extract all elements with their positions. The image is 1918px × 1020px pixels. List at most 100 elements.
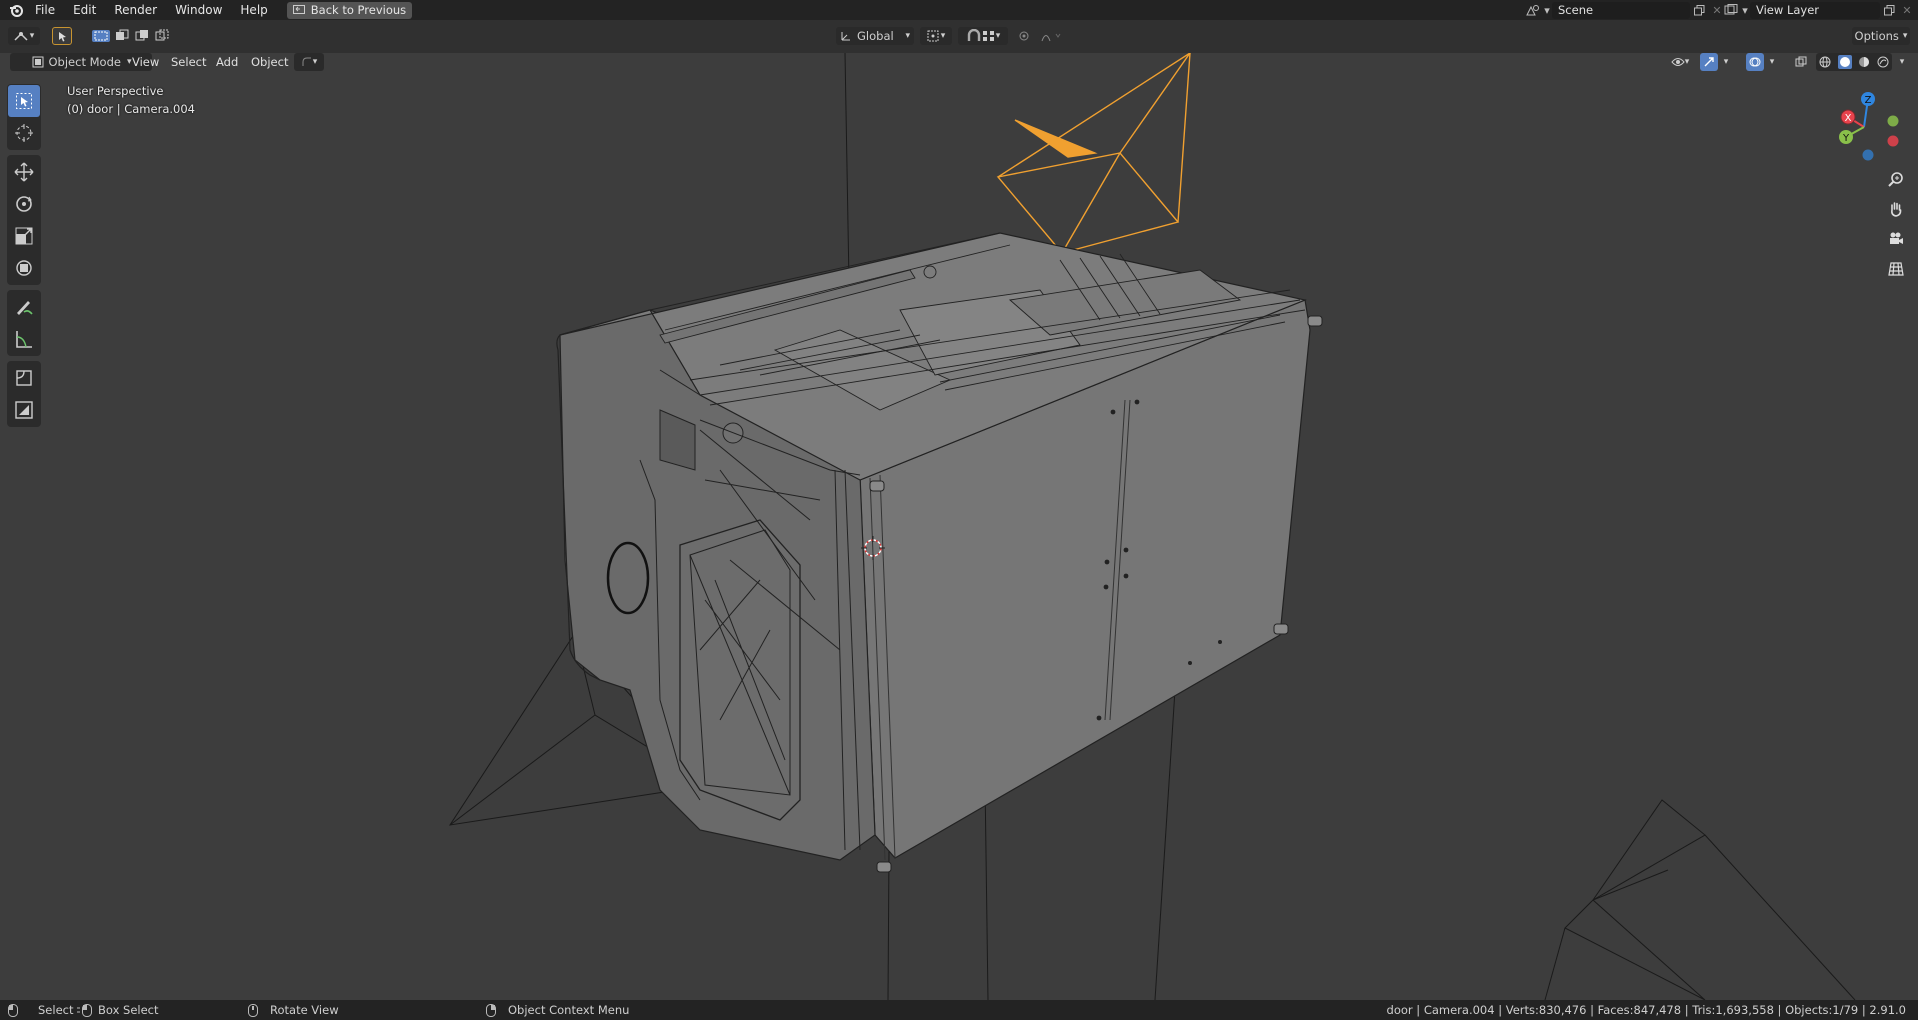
- view-layer-name-field[interactable]: View Layer: [1750, 1, 1880, 19]
- zoom-icon[interactable]: [1883, 166, 1909, 192]
- view-menu[interactable]: View: [132, 53, 159, 71]
- mouse-right-icon: [486, 1003, 496, 1017]
- mouse-middle-icon: [248, 1003, 258, 1017]
- pan-hand-icon[interactable]: [1883, 196, 1909, 222]
- menu-file[interactable]: File: [26, 0, 64, 20]
- eye-icon: [1671, 58, 1685, 66]
- add-cube-tool-icon[interactable]: [8, 362, 40, 394]
- menu-window[interactable]: Window: [166, 0, 231, 20]
- extrude-tool-icon[interactable]: [8, 394, 40, 426]
- rotate-tool-icon[interactable]: [8, 188, 40, 220]
- options-dropdown[interactable]: Options ▾: [1852, 27, 1910, 45]
- transform-orientation-label: Global: [857, 29, 894, 43]
- overlays-dropdown-chevron-icon[interactable]: ▾: [1766, 53, 1778, 71]
- scene-dropdown-chevron-icon[interactable]: ▾: [1542, 2, 1552, 19]
- object-mode-label: Object Mode: [48, 55, 121, 69]
- shading-dropdown-chevron-icon[interactable]: ▾: [1896, 53, 1908, 71]
- back-button-label: Back to Previous: [310, 3, 407, 17]
- status-rotate-view-label: Rotate View: [270, 1003, 339, 1017]
- visibility-dropdown[interactable]: ▾: [1666, 53, 1694, 71]
- view-layer-icon: [1722, 2, 1740, 19]
- screen-back-icon: [292, 4, 305, 14]
- z-axis-label: Z: [1865, 95, 1872, 106]
- status-rotate-view-hint: Rotate View: [248, 1000, 339, 1020]
- door-object-mesh[interactable]: [556, 232, 1323, 873]
- status-scene-statistics: door | Camera.004 | Verts:830,476 | Face…: [1386, 1003, 1906, 1017]
- scene-selector[interactable]: ▾ Scene ✕: [1524, 1, 1726, 19]
- proportional-editing-controls[interactable]: [1014, 27, 1064, 45]
- rendered-shading-icon[interactable]: [1877, 56, 1889, 68]
- camera-004-selected[interactable]: [996, 53, 1193, 254]
- cursor-tool-icon[interactable]: [8, 117, 40, 149]
- transform-tool-icon[interactable]: [8, 252, 40, 284]
- options-label: Options: [1854, 29, 1899, 43]
- mouse-left-icon: [8, 1003, 18, 1017]
- select-menu[interactable]: Select: [171, 53, 206, 71]
- camera-view-icon[interactable]: [1883, 226, 1909, 252]
- neg-z-axis-icon: [1862, 149, 1874, 161]
- perspective-grid-icon[interactable]: [1883, 256, 1909, 282]
- editor-type-dropdown[interactable]: ▾: [8, 27, 40, 45]
- material-shading-icon[interactable]: [1858, 56, 1870, 68]
- menu-help[interactable]: Help: [231, 0, 276, 20]
- top-menu-bar: File Edit Render Window Help Back to Pre…: [0, 0, 1918, 20]
- scale-tool-icon[interactable]: [8, 220, 40, 252]
- view-layer-close-icon[interactable]: ✕: [1898, 2, 1916, 19]
- blender-logo-icon[interactable]: [6, 0, 26, 20]
- add-menu[interactable]: Add: [216, 53, 238, 71]
- pivot-point-icon: [927, 30, 939, 42]
- proportional-editing-icon: [1019, 31, 1061, 42]
- y-axis-label: Y: [1842, 133, 1850, 144]
- snap-increment-icon: [982, 31, 994, 41]
- viewport-perspective-label: User Perspective: [67, 84, 164, 98]
- object-menu[interactable]: Object: [251, 53, 288, 71]
- transform-orientation-dropdown[interactable]: Global ▾: [836, 27, 914, 45]
- view-layer-selector[interactable]: ▾ View Layer ✕: [1722, 1, 1916, 19]
- view-layer-copy-icon[interactable]: [1880, 2, 1898, 19]
- menu-render[interactable]: Render: [105, 0, 166, 20]
- status-select-hint: Select: [8, 1000, 73, 1020]
- annotate-tool-icon[interactable]: [8, 291, 40, 323]
- 3d-viewport-icon: [14, 32, 28, 41]
- back-to-previous-button[interactable]: Back to Previous: [286, 1, 413, 19]
- move-tool-icon[interactable]: [8, 156, 40, 188]
- status-select-label: Select: [38, 1003, 74, 1017]
- gizmo-dropdown-chevron-icon[interactable]: ▾: [1720, 53, 1732, 71]
- status-bar: Select Box Select Rotate View Object Con…: [0, 1000, 1918, 1020]
- tool-header: ▾ Global ▾ ▾ ▾ Options ▾: [0, 20, 1918, 53]
- selection-mode-icons: [92, 29, 169, 42]
- transform-affect-dropdown[interactable]: ▾: [294, 53, 324, 71]
- 3d-viewport[interactable]: Object Mode ▾ View Select Add Object ▾ ▾…: [0, 53, 1918, 1000]
- measure-tool-icon[interactable]: [8, 323, 40, 355]
- wireframe-shading-icon[interactable]: [1819, 56, 1831, 68]
- scene-copy-icon[interactable]: [1690, 2, 1708, 19]
- view-layer-dropdown-chevron-icon[interactable]: ▾: [1740, 2, 1750, 19]
- scene-render: [448, 53, 1856, 1000]
- object-mode-dropdown[interactable]: Object Mode ▾: [10, 53, 152, 71]
- selection-mode-buttons[interactable]: [88, 27, 182, 45]
- object-mode-icon: [32, 56, 43, 68]
- scene-name-field[interactable]: Scene: [1552, 1, 1690, 19]
- tool-shelf: [7, 84, 41, 432]
- gizmo-toggle-icon[interactable]: [1700, 53, 1718, 71]
- menu-edit[interactable]: Edit: [64, 0, 105, 20]
- shading-mode-buttons[interactable]: [1816, 53, 1892, 71]
- scene-icon: [1524, 2, 1542, 19]
- status-box-select-label: Box Select: [98, 1003, 159, 1017]
- active-tool-select-icon[interactable]: [52, 27, 72, 45]
- overlays-toggle-icon[interactable]: [1746, 53, 1764, 71]
- status-context-menu-hint: Object Context Menu: [486, 1000, 629, 1020]
- mouse-drag-icon: [77, 1003, 92, 1017]
- neg-y-axis-icon: [1887, 115, 1899, 127]
- snap-magnet-icon: [967, 29, 980, 41]
- snapping-controls[interactable]: ▾: [958, 27, 1008, 45]
- orientation-axes-icon: [841, 32, 850, 41]
- pivot-point-dropdown[interactable]: ▾: [920, 27, 952, 45]
- x-axis-label: X: [1845, 113, 1852, 124]
- solid-shading-icon[interactable]: [1837, 55, 1852, 69]
- viewport-object-label: (0) door | Camera.004: [67, 102, 195, 116]
- neg-x-axis-icon: [1887, 135, 1899, 147]
- select-box-tool-icon[interactable]: [8, 85, 40, 117]
- status-box-select-hint: Box Select: [76, 1000, 159, 1020]
- xray-toggle-icon[interactable]: [1792, 53, 1810, 71]
